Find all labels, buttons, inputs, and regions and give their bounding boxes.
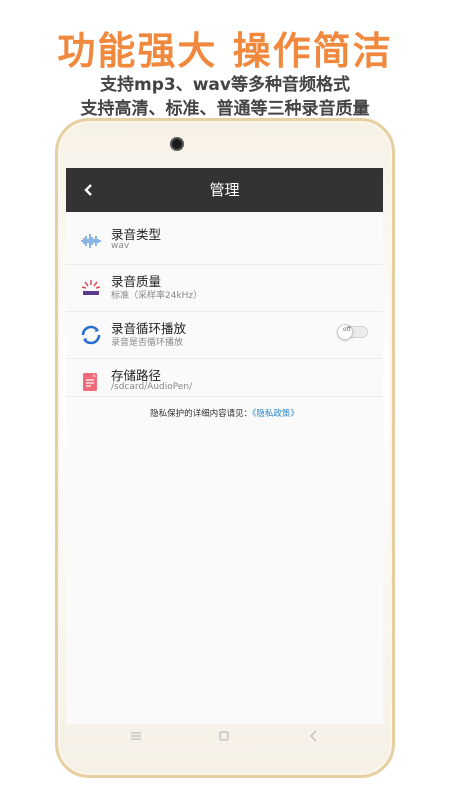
- divider: [66, 396, 383, 397]
- setting-desc: 录音是否循环播放: [111, 338, 184, 348]
- loop-toggle[interactable]: off: [337, 324, 368, 340]
- promo-line-2: 支持高清、标准、普通等三种录音质量: [80, 99, 370, 119]
- toggle-state-label: off: [343, 326, 351, 333]
- phone-screen: 管理 录音类型 wav 录音质量 标准（采样率24kHz） 录音循环播放 录音是…: [66, 168, 383, 724]
- back-icon[interactable]: [308, 730, 320, 746]
- appbar-title: 管理: [209, 181, 240, 199]
- setting-desc: /sdcard/AudioPen/: [111, 382, 193, 392]
- earpiece-camera: [170, 137, 184, 151]
- setting-item-loop-play[interactable]: 录音循环播放 录音是否循环播放 off: [66, 312, 383, 358]
- promo-headline: 功能强大 操作简洁: [57, 29, 393, 73]
- system-nav-bar: [66, 728, 383, 752]
- quality-icon: [80, 277, 102, 299]
- setting-desc: 标准（采样率24kHz）: [111, 291, 203, 301]
- setting-item-record-type[interactable]: 录音类型 wav: [66, 218, 383, 264]
- privacy-text: 隐私保护的详细内容请见：: [150, 409, 253, 419]
- setting-desc: wav: [111, 241, 130, 251]
- setting-item-record-quality[interactable]: 录音质量 标准（采样率24kHz）: [66, 265, 383, 311]
- app-bar: 管理: [66, 168, 383, 212]
- home-icon[interactable]: [218, 730, 230, 746]
- menu-icon[interactable]: [130, 730, 142, 746]
- waveform-icon: [80, 230, 102, 252]
- loop-icon: [80, 324, 102, 346]
- back-chevron-icon[interactable]: [80, 180, 98, 200]
- promo-line-1: 支持mp3、wav等多种音频格式: [100, 75, 350, 95]
- privacy-note: 隐私保护的详细内容请见：《隐私政策》: [66, 407, 383, 419]
- setting-item-storage-path[interactable]: 存储路径 /sdcard/AudioPen/: [66, 359, 383, 405]
- folder-note-icon: [80, 371, 102, 393]
- privacy-policy-link[interactable]: 《隐私政策》: [252, 409, 299, 419]
